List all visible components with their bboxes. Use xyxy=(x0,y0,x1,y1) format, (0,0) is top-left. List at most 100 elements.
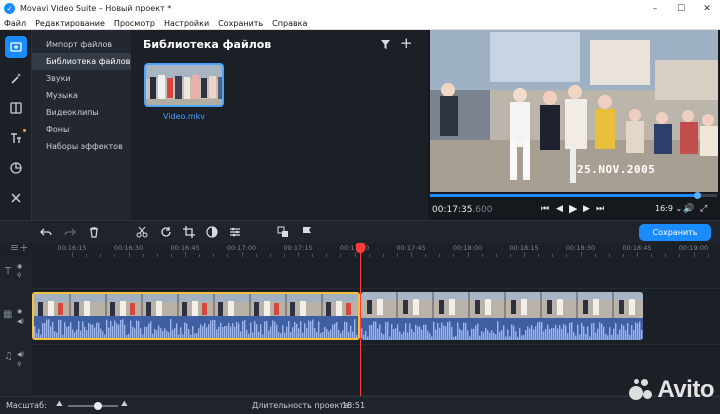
category-effect-packs[interactable]: Наборы эффектов xyxy=(32,138,131,155)
add-file-icon[interactable]: + xyxy=(400,34,413,52)
playback-progress[interactable] xyxy=(430,192,717,199)
minimize-button[interactable]: – xyxy=(642,0,668,17)
avito-logo-icon xyxy=(629,378,653,402)
video-clip[interactable] xyxy=(361,292,643,340)
file-thumbnail[interactable] xyxy=(144,63,224,107)
transitions-icon[interactable] xyxy=(5,97,27,119)
maximize-button[interactable]: ☐ xyxy=(668,0,694,17)
mute-icon[interactable]: ◀) xyxy=(17,318,24,325)
movavi-logo-icon: ✓ xyxy=(4,3,15,14)
delete-icon[interactable] xyxy=(88,226,100,238)
category-label: Музыка xyxy=(46,91,78,100)
window-controls: – ☐ ✕ xyxy=(642,0,720,17)
duration-value: 18:51 xyxy=(342,401,366,410)
progress-fill xyxy=(430,194,697,197)
avito-wordmark: Avito xyxy=(657,376,714,403)
category-library[interactable]: Библиотека файлов xyxy=(32,53,131,70)
title-bar: ✓ Movavi Video Suite – Новый проект * – … xyxy=(0,0,720,17)
audio-waveform xyxy=(361,318,643,340)
aspect-ratio-select[interactable]: 16:9 ⌄ xyxy=(655,204,682,213)
fullscreen-icon[interactable]: ⤢ xyxy=(700,204,707,214)
progress-handle[interactable] xyxy=(693,192,701,199)
detach-audio-icon[interactable] xyxy=(277,226,289,238)
category-music[interactable]: Музыка xyxy=(32,87,131,104)
clip-properties-icon[interactable] xyxy=(229,226,241,238)
filter-icon[interactable] xyxy=(380,39,391,50)
ruler-tick-label: 00:18:45 xyxy=(622,244,652,252)
eye-icon[interactable]: ◉ xyxy=(17,308,22,315)
title-track[interactable] xyxy=(32,257,720,289)
status-bar: Масштаб: ⛰ ⛰ Длительность проекта: 18:51 xyxy=(0,396,720,414)
preview-player: 25.NOV.2005 00:17:35.600 ⏮ ◀ ▶ ▶ ⏭ 16:9 … xyxy=(428,30,720,220)
zoom-slider-handle[interactable] xyxy=(94,402,102,410)
redo-icon[interactable] xyxy=(64,226,76,238)
title-track-icon: T xyxy=(5,266,12,277)
ruler-tick-label: 00:17:15 xyxy=(283,244,313,252)
new-indicator-icon xyxy=(23,129,26,132)
audio-waveform xyxy=(34,316,358,338)
category-label: Импорт файлов xyxy=(46,40,113,49)
timecode: 00:17:35.600 xyxy=(432,205,492,215)
category-label: Звуки xyxy=(46,74,71,83)
stickers-icon[interactable] xyxy=(5,157,27,179)
menu-view[interactable]: Просмотр xyxy=(114,19,155,28)
menu-help[interactable]: Справка xyxy=(272,19,307,28)
marker-icon[interactable] xyxy=(301,226,313,238)
file-library-panel: Библиотека файлов + Video.mkv xyxy=(131,30,428,220)
music-track[interactable] xyxy=(32,345,720,396)
skip-forward-icon[interactable]: ⏭ xyxy=(596,204,604,214)
ruler-tick-label: 00:16:30 xyxy=(113,244,144,252)
frame-back-icon[interactable]: ◀ xyxy=(556,204,563,214)
timeline-ruler[interactable]: 00:16:15 00:16:30 00:16:45 00:17:00 00:17:15… xyxy=(32,243,720,257)
category-label: Библиотека файлов xyxy=(46,57,131,66)
window-title: Movavi Video Suite – Новый проект * xyxy=(20,4,172,13)
left-toolbar xyxy=(0,30,32,220)
save-button[interactable]: Сохранить xyxy=(639,224,711,241)
titles-icon[interactable] xyxy=(5,127,27,149)
lock-icon[interactable]: ⚲ xyxy=(17,272,21,279)
lock-icon[interactable]: ⚲ xyxy=(17,361,21,368)
category-sounds[interactable]: Звуки xyxy=(32,70,131,87)
library-title: Библиотека файлов xyxy=(143,38,272,51)
eye-icon[interactable]: ◉ xyxy=(17,263,22,270)
play-icon[interactable]: ▶ xyxy=(569,202,577,215)
zoom-out-icon[interactable]: ⛰ xyxy=(56,399,63,409)
zoom-in-icon[interactable]: ⛰ xyxy=(121,399,128,409)
app-window: ✓ Movavi Video Suite – Новый проект * – … xyxy=(0,0,720,414)
playhead-line xyxy=(360,248,361,396)
add-track-icon[interactable]: ≡+ xyxy=(10,241,28,254)
category-videoclips[interactable]: Видеоклипы xyxy=(32,104,131,121)
ruler-tick-label: 00:16:45 xyxy=(170,244,200,252)
file-name: Video.mkv xyxy=(163,112,205,121)
menu-save[interactable]: Сохранить xyxy=(218,19,263,28)
menu-file[interactable]: Файл xyxy=(4,19,26,28)
menu-edit[interactable]: Редактирование xyxy=(35,19,105,28)
color-adjust-icon[interactable] xyxy=(206,226,218,238)
timeline-toolbar: Сохранить xyxy=(0,220,720,243)
magic-wand-icon[interactable] xyxy=(5,67,27,89)
category-import[interactable]: Импорт файлов xyxy=(32,36,131,53)
video-track-header: ▦ ◉ ◀) xyxy=(0,289,32,345)
cut-icon[interactable] xyxy=(136,226,148,238)
volume-icon[interactable]: 🔊 xyxy=(683,204,694,214)
timecode-ms: .600 xyxy=(472,205,493,215)
timecode-main: 00:17:35 xyxy=(432,205,473,215)
crop-icon[interactable] xyxy=(183,226,195,238)
import-icon[interactable] xyxy=(5,36,27,58)
frame-forward-icon[interactable]: ▶ xyxy=(583,204,590,214)
duration-label: Длительность проекта: xyxy=(252,401,352,410)
skip-back-icon[interactable]: ⏮ xyxy=(541,204,549,214)
title-track-header: T ◉ ⚲ xyxy=(0,257,32,289)
category-label: Наборы эффектов xyxy=(46,142,123,151)
undo-icon[interactable] xyxy=(40,226,52,238)
mute-icon[interactable]: ◀) xyxy=(17,351,24,358)
ruler-tick-label: 00:18:15 xyxy=(509,244,539,252)
close-button[interactable]: ✕ xyxy=(694,0,720,17)
video-clip-selected[interactable] xyxy=(32,292,360,340)
tools-icon[interactable] xyxy=(5,187,27,209)
menu-settings[interactable]: Настройки xyxy=(164,19,209,28)
zoom-slider[interactable] xyxy=(68,402,118,410)
rotate-icon[interactable] xyxy=(160,226,172,238)
category-backgrounds[interactable]: Фоны xyxy=(32,121,131,138)
category-list: Импорт файлов Библиотека файлов Звуки Му… xyxy=(32,30,131,220)
